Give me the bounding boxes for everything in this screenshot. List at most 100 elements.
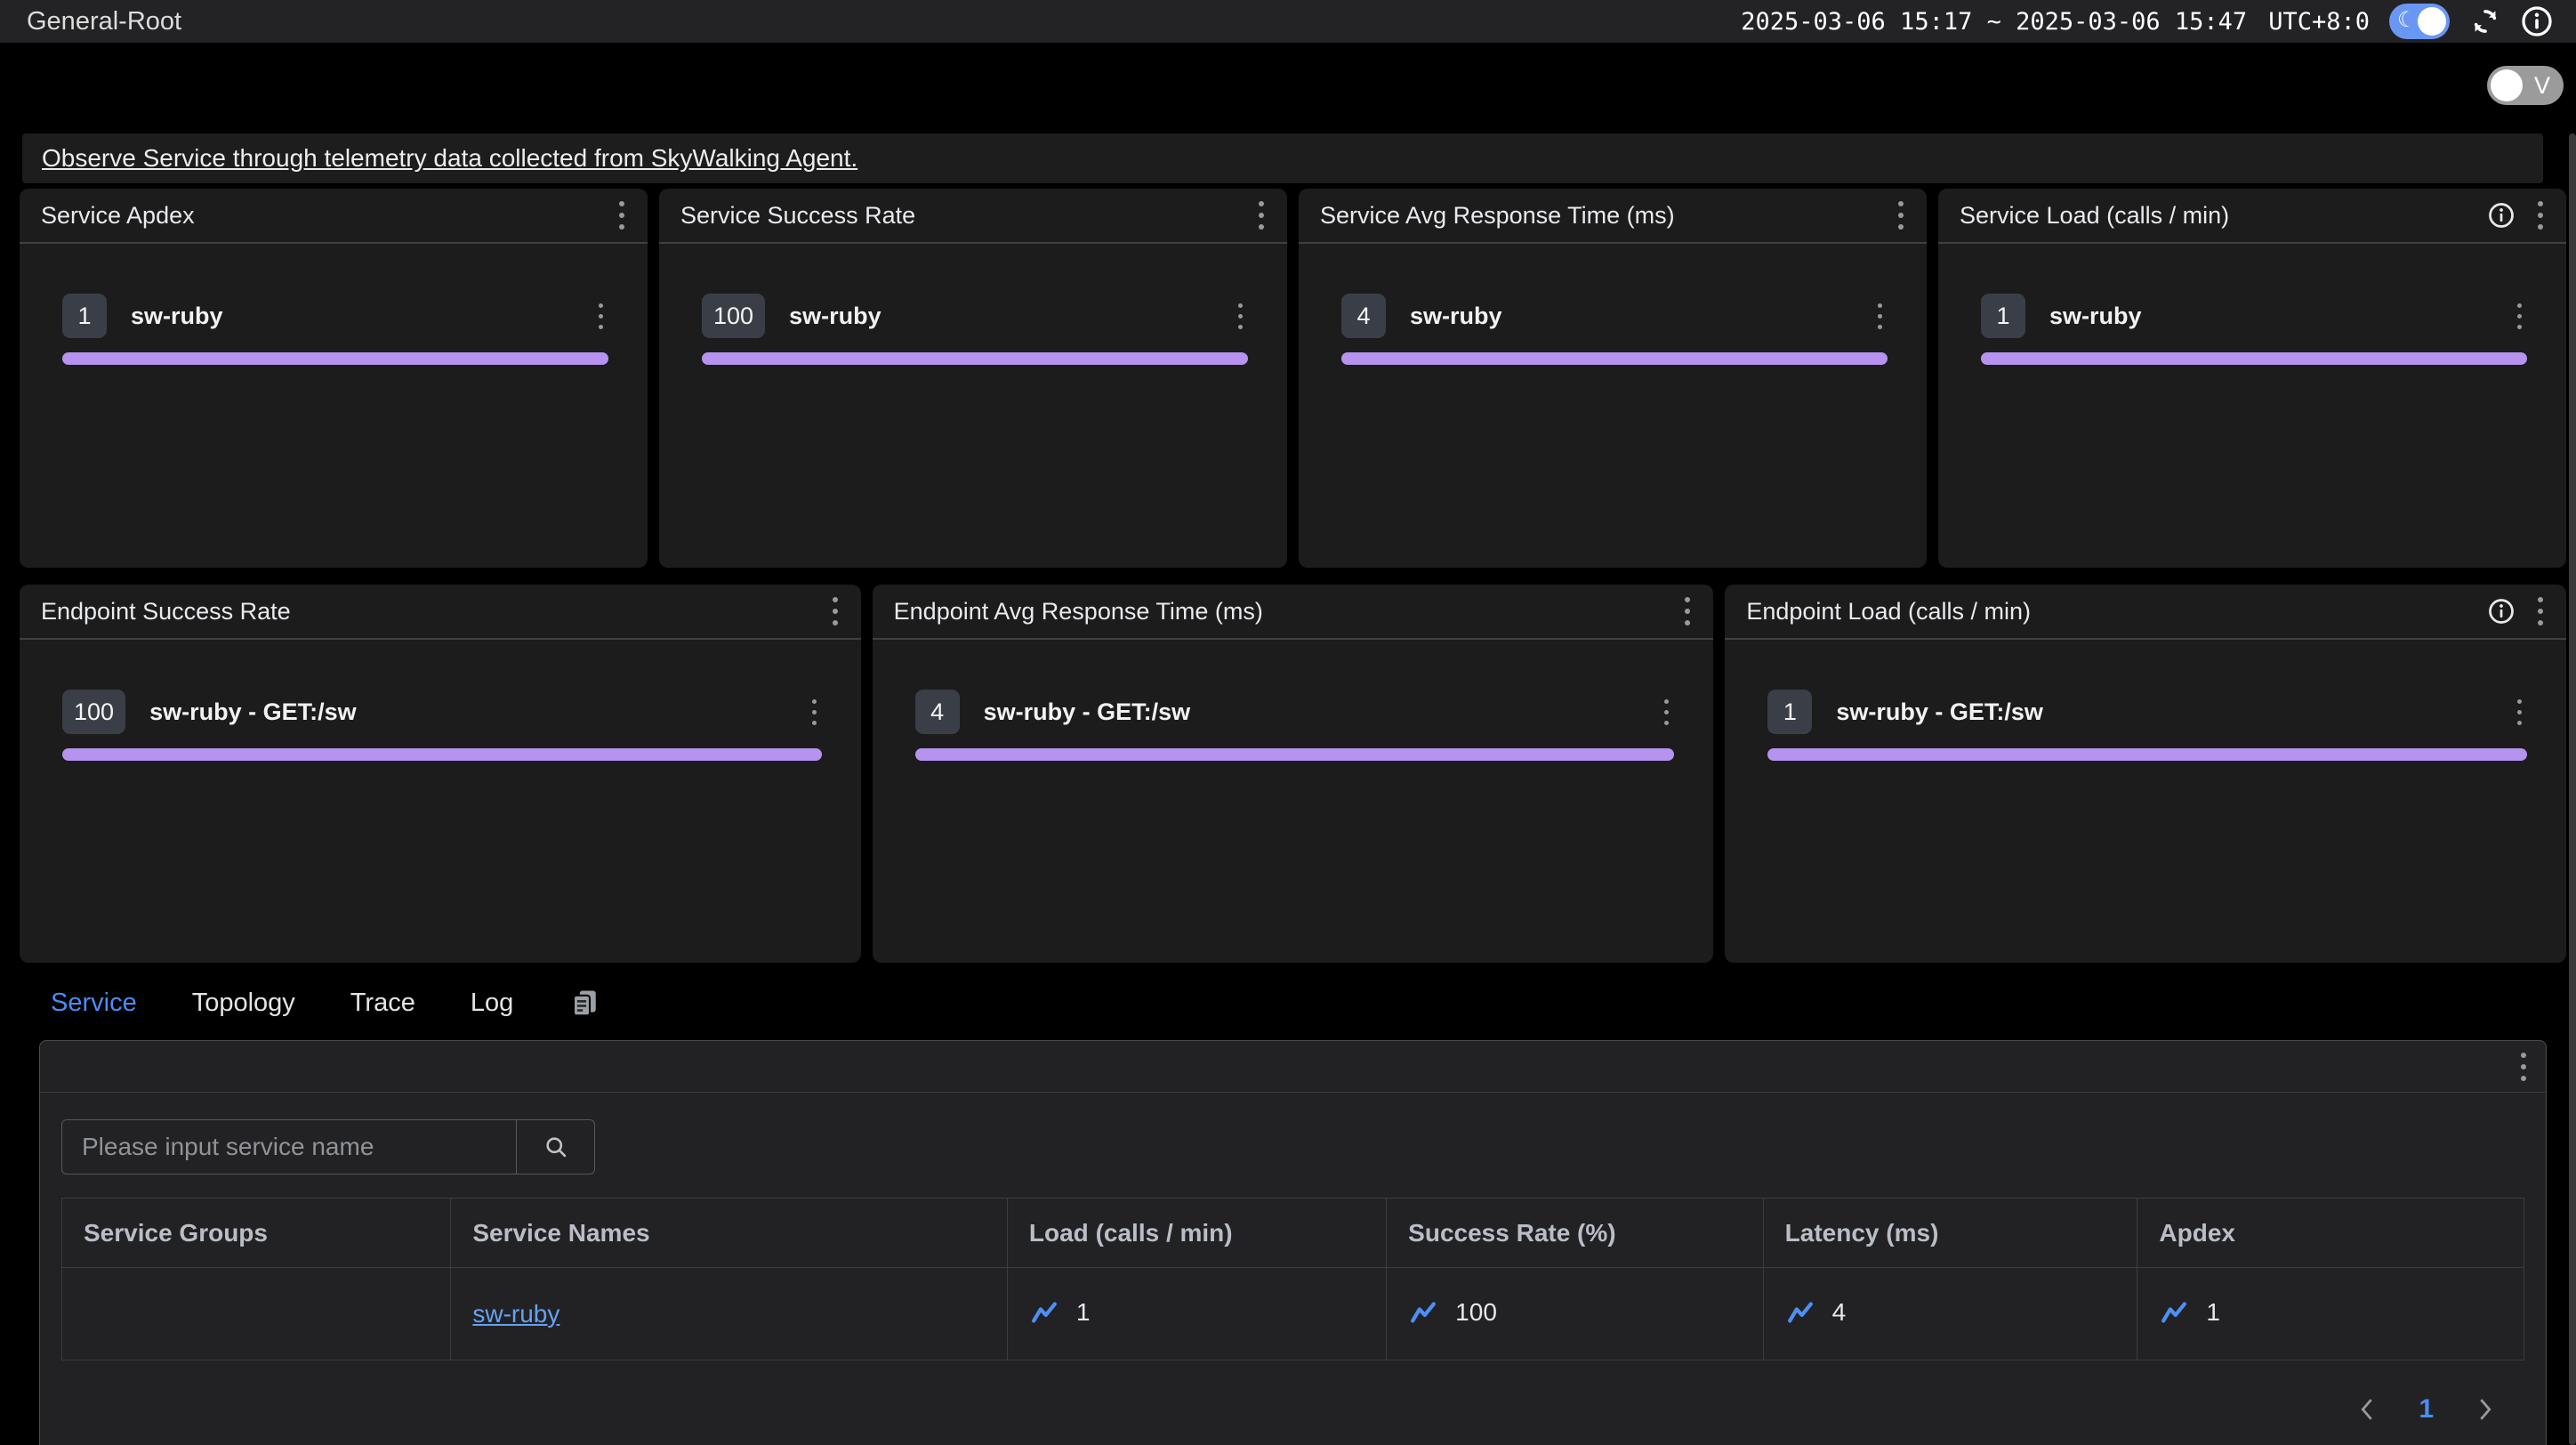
col-success-rate: Success Rate (%) — [1387, 1199, 1764, 1268]
trend-line-icon — [1029, 1301, 1059, 1324]
col-service-names: Service Names — [451, 1199, 1008, 1268]
card-title: Endpoint Avg Response Time (ms) — [894, 598, 1263, 626]
theme-toggle[interactable]: ☾ — [2389, 4, 2450, 39]
kebab-menu-icon[interactable] — [2512, 696, 2527, 729]
kebab-menu-icon[interactable] — [2532, 198, 2548, 233]
metric-bar — [915, 748, 1675, 761]
kebab-menu-icon[interactable] — [2516, 1049, 2532, 1085]
cell-latency: 4 — [1763, 1268, 2137, 1360]
card-endpoint-avg-response-time: Endpoint Avg Response Time (ms) 4 sw-rub… — [873, 585, 1714, 963]
cell-service-group — [62, 1268, 451, 1360]
metric-value-badge: 100 — [62, 690, 125, 734]
kebab-menu-icon[interactable] — [614, 198, 630, 233]
metric-label: sw-ruby — [1410, 303, 1872, 330]
topbar-controls: 2025-03-06 15:17 ~ 2025-03-06 15:47 UTC+… — [1741, 4, 2553, 39]
metric-value-badge: 100 — [702, 294, 765, 338]
trend-line-icon — [2159, 1301, 2189, 1324]
next-page-button[interactable] — [2475, 1397, 2496, 1422]
metric-label: sw-ruby - GET:/sw — [984, 698, 1660, 726]
edit-mode-toggle[interactable]: V — [2487, 66, 2564, 105]
metric-value-badge: 1 — [1981, 294, 2025, 338]
chevron-left-icon — [2356, 1397, 2378, 1422]
prev-page-button[interactable] — [2356, 1397, 2378, 1422]
metric-bar — [62, 352, 608, 365]
edit-toggle-knob — [2491, 69, 2523, 101]
skywalking-agent-link[interactable]: Observe Service through telemetry data c… — [42, 144, 857, 173]
cell-apdex: 1 — [2137, 1268, 2524, 1360]
card-title: Endpoint Load (calls / min) — [1746, 598, 2031, 626]
top-bar: General-Root 2025-03-06 15:17 ~ 2025-03-… — [0, 0, 2576, 43]
cell-service-name: sw-ruby — [451, 1268, 1008, 1360]
page-title: General-Root — [27, 7, 181, 36]
card-service-avg-response-time: Service Avg Response Time (ms) 4 sw-ruby — [1299, 189, 1927, 568]
col-load: Load (calls / min) — [1007, 1199, 1386, 1268]
kebab-menu-icon[interactable] — [1893, 198, 1909, 233]
kebab-menu-icon[interactable] — [1679, 593, 1695, 629]
time-range[interactable]: 2025-03-06 15:17 ~ 2025-03-06 15:47 — [1741, 8, 2247, 36]
kebab-menu-icon[interactable] — [1233, 300, 1248, 333]
tab-trace[interactable]: Trace — [350, 989, 415, 1018]
card-endpoint-load: Endpoint Load (calls / min) 1 sw-ruby - … — [1725, 585, 2566, 963]
card-title: Endpoint Success Rate — [41, 598, 291, 626]
metric-value-badge: 4 — [915, 690, 960, 734]
info-button[interactable] — [2521, 5, 2553, 37]
tab-service[interactable]: Service — [51, 989, 137, 1018]
info-icon — [2521, 5, 2553, 37]
card-info-icon[interactable] — [2488, 598, 2515, 625]
copy-widget-button[interactable] — [568, 987, 600, 1019]
card-info-icon[interactable] — [2488, 202, 2515, 229]
edit-toggle-label: V — [2534, 72, 2550, 100]
card-title: Service Success Rate — [680, 202, 915, 230]
kebab-menu-icon[interactable] — [593, 300, 608, 333]
dashboard-tabs: Service Topology Trace Log — [0, 987, 2576, 1019]
timezone-label[interactable]: UTC+8:0 — [2268, 8, 2370, 36]
service-table: Service Groups Service Names Load (calls… — [61, 1198, 2524, 1360]
theme-toggle-knob — [2418, 7, 2446, 36]
service-name-link[interactable]: sw-ruby — [472, 1300, 559, 1328]
search-icon — [543, 1134, 568, 1159]
service-list-panel: Service Groups Service Names Load (calls… — [39, 1040, 2547, 1445]
service-search-row — [40, 1093, 2546, 1175]
panel-toolbar — [40, 1041, 2546, 1093]
metric-label: sw-ruby - GET:/sw — [1836, 698, 2512, 726]
metric-value-badge: 1 — [62, 294, 107, 338]
metric-bar — [702, 352, 1248, 365]
kebab-menu-icon[interactable] — [2512, 300, 2527, 333]
table-row: sw-ruby 1 100 — [62, 1268, 2524, 1360]
search-button[interactable] — [517, 1119, 595, 1175]
metric-label: sw-ruby - GET:/sw — [149, 698, 807, 726]
kebab-menu-icon[interactable] — [1659, 696, 1674, 729]
service-metric-cards: Service Apdex 1 sw-ruby Service Success … — [20, 189, 2566, 568]
page-number[interactable]: 1 — [2419, 1394, 2434, 1425]
refresh-icon — [2469, 5, 2501, 37]
card-service-load: Service Load (calls / min) 1 sw-ruby — [1938, 189, 2566, 568]
refresh-button[interactable] — [2469, 5, 2501, 37]
metric-bar — [1767, 748, 2527, 761]
kebab-menu-icon[interactable] — [2532, 593, 2548, 629]
card-title: Service Avg Response Time (ms) — [1320, 202, 1675, 230]
tab-log[interactable]: Log — [471, 989, 513, 1018]
card-title: Service Apdex — [41, 202, 195, 230]
metric-label: sw-ruby — [131, 303, 593, 330]
metric-bar — [1981, 352, 2527, 365]
kebab-menu-icon[interactable] — [827, 593, 843, 629]
description-banner: Observe Service through telemetry data c… — [22, 133, 2543, 183]
kebab-menu-icon[interactable] — [807, 696, 822, 729]
kebab-menu-icon[interactable] — [1253, 198, 1269, 233]
card-endpoint-success-rate: Endpoint Success Rate 100 sw-ruby - GET:… — [20, 585, 861, 963]
cell-load: 1 — [1007, 1268, 1386, 1360]
tab-topology[interactable]: Topology — [192, 989, 295, 1018]
kebab-menu-icon[interactable] — [1872, 300, 1888, 333]
col-latency: Latency (ms) — [1763, 1199, 2137, 1268]
endpoint-metric-cards: Endpoint Success Rate 100 sw-ruby - GET:… — [20, 585, 2566, 963]
table-header-row: Service Groups Service Names Load (calls… — [62, 1199, 2524, 1268]
moon-icon: ☾ — [2397, 7, 2417, 33]
page-scrollbar[interactable] — [2569, 133, 2576, 1445]
pagination: 1 — [40, 1394, 2546, 1425]
metric-bar — [1341, 352, 1888, 365]
col-service-groups: Service Groups — [62, 1199, 451, 1268]
metric-label: sw-ruby — [789, 303, 1233, 330]
metric-value-badge: 4 — [1341, 294, 1386, 338]
service-search-input[interactable] — [61, 1119, 517, 1175]
card-title: Service Load (calls / min) — [1960, 202, 2229, 230]
